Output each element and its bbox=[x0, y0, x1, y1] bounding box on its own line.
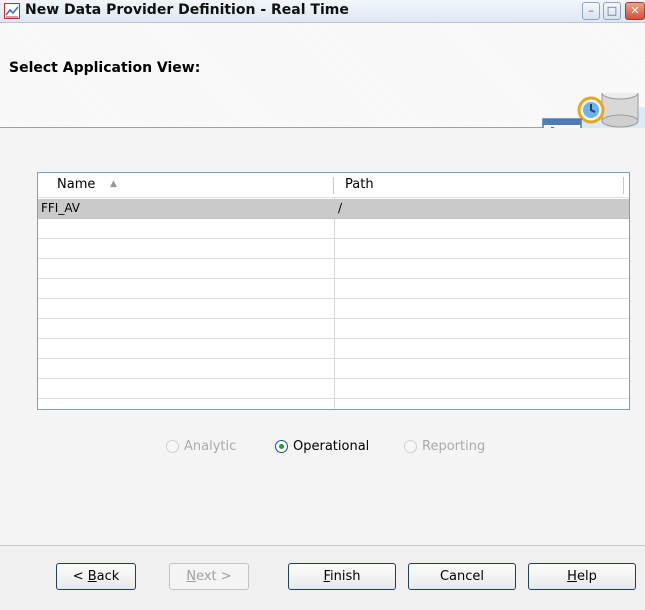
application-view-table[interactable]: Name ▲ Path FFI_AV / bbox=[37, 172, 630, 410]
wizard-header: Select Application View: bbox=[0, 23, 645, 167]
radio-circle-icon bbox=[166, 439, 179, 453]
radio-circle-icon bbox=[404, 439, 417, 453]
back-button[interactable]: < Back bbox=[56, 563, 136, 590]
cell-path: / bbox=[338, 201, 343, 215]
table-row[interactable]: FFI_AV / bbox=[38, 199, 629, 219]
next-button[interactable]: Next > bbox=[169, 563, 249, 590]
table-header: Name ▲ Path bbox=[38, 173, 629, 198]
minimize-icon[interactable]: – bbox=[582, 2, 600, 20]
sort-ascending-icon: ▲ bbox=[110, 179, 117, 189]
title-bar: New Data Provider Definition - Real Time… bbox=[0, 0, 645, 23]
radio-label: Analytic bbox=[184, 438, 237, 454]
radio-label: Reporting bbox=[422, 438, 486, 454]
help-button[interactable]: Help bbox=[528, 563, 636, 590]
radio-reporting[interactable]: Reporting bbox=[404, 434, 485, 458]
maximize-icon[interactable]: □ bbox=[603, 2, 621, 20]
finish-button[interactable]: Finish bbox=[288, 563, 396, 590]
table-row-empty bbox=[38, 359, 629, 379]
table-row-empty bbox=[38, 239, 629, 259]
table-row-empty bbox=[38, 319, 629, 339]
window-title: New Data Provider Definition - Real Time bbox=[25, 2, 349, 18]
column-header-path[interactable]: Path bbox=[345, 173, 374, 197]
cell-name: FFI_AV bbox=[41, 201, 80, 215]
close-icon[interactable]: ✕ bbox=[625, 2, 645, 20]
column-divider[interactable] bbox=[623, 177, 624, 194]
radio-operational[interactable]: Operational bbox=[275, 434, 369, 458]
radio-analytic[interactable]: Analytic bbox=[166, 434, 236, 458]
app-chart-icon bbox=[4, 3, 20, 19]
table-row-empty bbox=[38, 219, 629, 239]
radio-selected-icon bbox=[275, 439, 288, 453]
table-row-empty bbox=[38, 339, 629, 359]
table-row-empty bbox=[38, 259, 629, 279]
table-row-empty bbox=[38, 299, 629, 319]
table-row-empty bbox=[38, 279, 629, 299]
radio-label: Operational bbox=[293, 438, 370, 454]
table-row-empty bbox=[38, 379, 629, 399]
column-divider[interactable] bbox=[333, 177, 334, 194]
page-title: Select Application View: bbox=[9, 60, 201, 76]
column-header-name[interactable]: Name bbox=[57, 173, 95, 197]
view-type-radio-group: Analytic Operational Reporting bbox=[0, 434, 645, 458]
table-body: FFI_AV / bbox=[38, 199, 629, 399]
cancel-button[interactable]: Cancel bbox=[408, 563, 516, 590]
